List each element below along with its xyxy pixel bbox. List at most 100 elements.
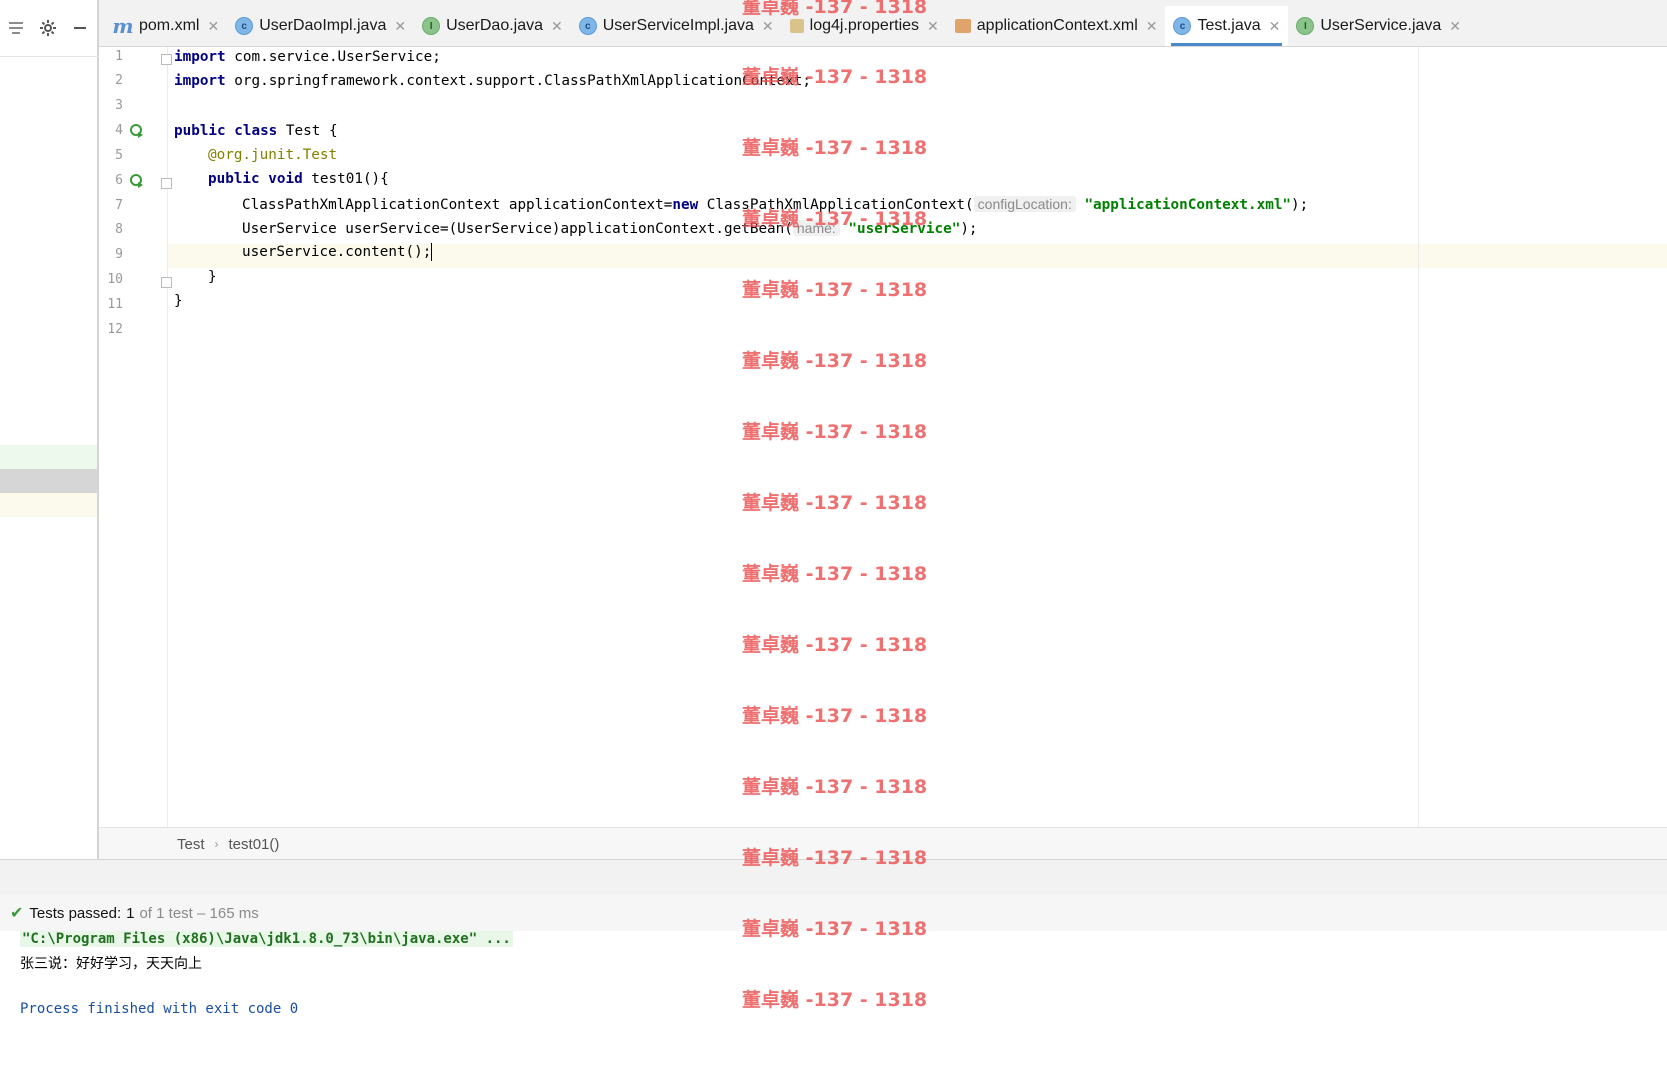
line-number: 11 xyxy=(107,297,123,312)
interface-icon: I xyxy=(1296,17,1315,35)
run-test-icon[interactable] xyxy=(129,123,145,142)
code-text: userService.content(); xyxy=(242,244,432,260)
line-number: 10 xyxy=(107,272,123,287)
keyword: new xyxy=(672,197,699,213)
close-icon[interactable]: ✕ xyxy=(1269,18,1281,35)
breadcrumb-method[interactable]: test01() xyxy=(223,836,286,853)
chevron-right-icon: › xyxy=(214,837,219,851)
line-number: 6 xyxy=(115,173,123,188)
tab-label: UserDao.java xyxy=(446,17,544,34)
close-icon[interactable]: ✕ xyxy=(762,18,774,35)
line-number: 4 xyxy=(115,123,123,138)
tab-log4j-properties[interactable]: log4j.properties ✕ xyxy=(782,6,947,46)
tab-applicationcontext-xml[interactable]: applicationContext.xml ✕ xyxy=(947,6,1166,46)
close-icon[interactable]: ✕ xyxy=(927,18,939,35)
code-line-2: import org.springframework.context.suppo… xyxy=(174,69,811,93)
code-area[interactable]: import com.service.UserService; import o… xyxy=(168,47,1667,827)
line-number: 7 xyxy=(115,198,123,213)
maven-icon: m xyxy=(112,14,134,38)
code-line-4: public class Test { xyxy=(174,119,338,143)
code-text: Test { xyxy=(277,123,338,139)
line-number: 8 xyxy=(115,222,123,237)
code-line-10: } xyxy=(208,265,217,289)
right-margin-guide xyxy=(1418,47,1419,827)
close-icon[interactable]: ✕ xyxy=(207,18,219,35)
text-caret xyxy=(431,243,433,261)
tab-label: Test.java xyxy=(1197,17,1261,34)
code-text: } xyxy=(174,293,183,309)
interface-icon: I xyxy=(422,17,441,35)
console-program-output: 张三说：好好学习，天天向上 xyxy=(20,956,202,972)
breadcrumb-class[interactable]: Test xyxy=(171,836,211,853)
tests-passed-count: 1 xyxy=(126,904,135,922)
test-status-bar: ✔ Tests passed: 1 of 1 test – 165 ms xyxy=(0,895,1667,932)
tab-label: UserServiceImpl.java xyxy=(602,17,754,34)
left-toolbar xyxy=(0,0,99,57)
line-number: 12 xyxy=(107,322,123,337)
code-line-6: public void test01(){ xyxy=(208,167,389,191)
string-literal: "applicationContext.xml" xyxy=(1084,197,1292,213)
structure-row-highlight xyxy=(0,445,97,469)
class-icon: c xyxy=(235,17,254,35)
close-icon[interactable]: ✕ xyxy=(551,18,563,35)
code-text: ClassPathXmlApplicationContext( xyxy=(698,197,974,213)
code-text: com.service.UserService; xyxy=(225,49,441,65)
line-number: 3 xyxy=(115,98,123,113)
code-line-5: @org.junit.Test xyxy=(208,143,337,167)
line-number: 2 xyxy=(115,73,123,88)
annotation: @org.junit. xyxy=(208,147,303,163)
annotation-name: Test xyxy=(302,147,338,163)
code-text: UserService userService=(UserService)app… xyxy=(242,221,793,237)
code-text: test01(){ xyxy=(302,171,389,187)
editor-tab-bar: m pom.xml ✕ c UserDaoImpl.java ✕ I UserD… xyxy=(99,0,1667,47)
code-text: ClassPathXmlApplicationContext applicati… xyxy=(242,197,673,213)
code-text: ); xyxy=(1291,197,1309,213)
close-icon[interactable]: ✕ xyxy=(394,18,406,35)
collapse-icon[interactable] xyxy=(0,12,32,44)
minimize-icon[interactable] xyxy=(64,12,96,44)
left-tool-strip xyxy=(0,0,99,860)
tab-userdaoimpl-java[interactable]: c UserDaoImpl.java ✕ xyxy=(227,6,414,46)
tab-label: applicationContext.xml xyxy=(976,17,1138,34)
keyword: public void xyxy=(208,171,303,187)
tab-test-java[interactable]: c Test.java ✕ xyxy=(1165,6,1289,46)
close-icon[interactable]: ✕ xyxy=(1146,18,1158,35)
editor-gutter: 1 2 3 4 5 6 7 8 9 10 11 12 xyxy=(99,47,172,827)
gear-icon[interactable] xyxy=(32,12,64,44)
structure-row-current xyxy=(0,493,97,517)
tab-pom-xml[interactable]: m pom.xml ✕ xyxy=(105,6,227,46)
console-exit-line: Process finished with exit code 0 xyxy=(20,1001,299,1017)
keyword: import xyxy=(174,73,226,89)
code-text: ); xyxy=(960,221,978,237)
code-line-1: import com.service.UserService; xyxy=(174,45,441,69)
code-line-7: ClassPathXmlApplicationContext applicati… xyxy=(242,192,1308,216)
tab-label: pom.xml xyxy=(139,17,200,34)
tab-userserviceimpl-java[interactable]: c UserServiceImpl.java ✕ xyxy=(571,6,782,46)
structure-row-selected xyxy=(0,469,97,493)
code-text: } xyxy=(208,269,217,285)
close-icon[interactable]: ✕ xyxy=(1449,18,1461,35)
breadcrumb: Test › test01() xyxy=(99,827,1667,860)
keyword: import xyxy=(174,49,226,65)
xml-file-icon xyxy=(954,19,971,33)
parameter-hint: configLocation: xyxy=(973,196,1076,212)
run-panel-header xyxy=(0,859,1667,896)
tab-userservice-java[interactable]: I UserService.java ✕ xyxy=(1288,6,1469,46)
tests-summary: of 1 test – 165 ms xyxy=(139,904,259,922)
tab-label: UserDaoImpl.java xyxy=(259,17,387,34)
line-number: 1 xyxy=(115,49,123,64)
tests-passed-label: Tests passed: xyxy=(29,904,122,922)
console-command-line[interactable]: "C:\Program Files (x86)\Java\jdk1.8.0_73… xyxy=(20,931,513,947)
class-icon: c xyxy=(578,17,597,35)
tab-label: log4j.properties xyxy=(809,17,920,34)
tab-userdao-java[interactable]: I UserDao.java ✕ xyxy=(414,6,571,46)
keyword: public class xyxy=(174,123,278,139)
test-class-icon: c xyxy=(1173,17,1192,35)
code-line-11: } xyxy=(174,289,183,313)
run-test-icon[interactable] xyxy=(129,173,145,192)
console-output[interactable]: "C:\Program Files (x86)\Java\jdk1.8.0_73… xyxy=(0,931,1667,1069)
parameter-hint: name: xyxy=(792,220,840,236)
code-editor[interactable]: 1 2 3 4 5 6 7 8 9 10 11 12 import com.se… xyxy=(99,47,1667,827)
check-icon: ✔ xyxy=(10,905,24,922)
code-line-9: userService.content(); xyxy=(242,240,433,264)
